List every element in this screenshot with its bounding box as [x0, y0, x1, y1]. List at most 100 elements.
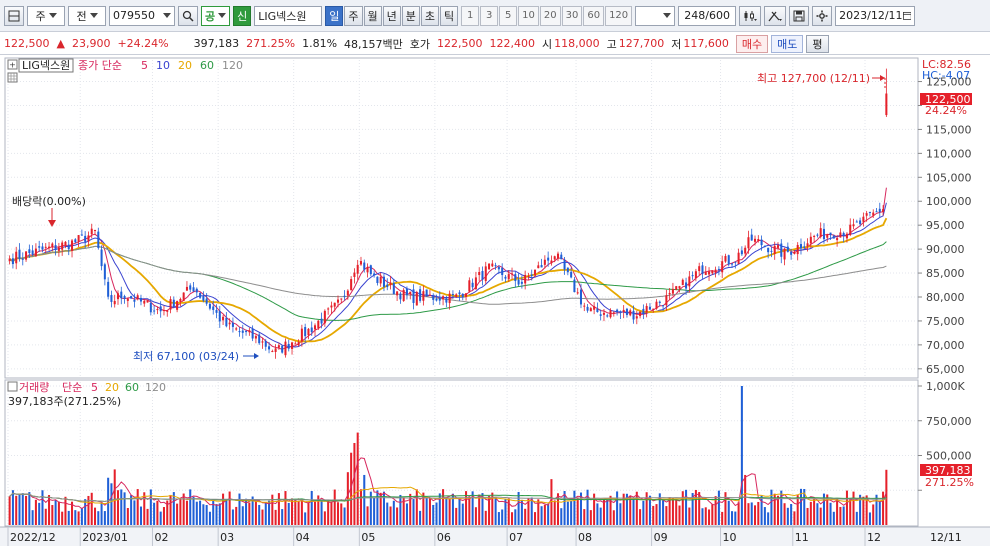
candle-body [556, 253, 560, 259]
buy-button[interactable]: 매수 [735, 34, 769, 53]
candle-body [547, 257, 550, 261]
tab-tick[interactable]: 틱 [440, 5, 459, 26]
volume-bar [405, 503, 408, 525]
candle-body [133, 299, 136, 302]
period-120[interactable]: 120 [605, 5, 633, 26]
candle-body [258, 334, 261, 344]
price-tick-label: 65,000 [926, 363, 965, 376]
candle-body [478, 271, 481, 276]
candle-body [606, 315, 609, 317]
volume-bar [28, 492, 31, 525]
count-input[interactable]: 248/600 [678, 5, 737, 26]
volume-bar [586, 489, 589, 525]
volume-bar [340, 503, 343, 525]
volume-bar [264, 503, 267, 525]
candle-body [409, 291, 412, 294]
candle-body [721, 261, 724, 273]
candle-body [711, 270, 714, 274]
candle-body [734, 261, 737, 263]
candle-body [609, 310, 612, 318]
candle-body [254, 336, 257, 339]
candle-body [445, 298, 448, 303]
candle-body [471, 282, 474, 288]
tab-year[interactable]: 년 [382, 5, 401, 26]
chart-area[interactable]: + LIG넥스원 종가 단순 5 10 20 60 120 거래량 단순 5 2… [0, 56, 990, 546]
period-10[interactable]: 10 [518, 5, 539, 26]
period-3[interactable]: 3 [480, 5, 499, 26]
candle-body [717, 268, 720, 270]
tab-month[interactable]: 월 [363, 5, 382, 26]
candle-body [51, 243, 54, 248]
period-custom-select[interactable] [635, 5, 676, 26]
candle-body [780, 243, 783, 257]
candle-body [77, 235, 80, 242]
period-1-label: 1 [466, 10, 474, 21]
x-axis-label-last: 12/11 [930, 531, 962, 544]
tab-week[interactable]: 주 [344, 5, 363, 26]
save-button[interactable] [789, 5, 810, 26]
sin-badge[interactable]: 신 [233, 5, 252, 26]
count-total: /600 [705, 9, 730, 22]
volume-bar [353, 442, 356, 525]
type-select[interactable]: 전 [68, 5, 106, 26]
candle-body [793, 251, 796, 254]
settings-button[interactable] [812, 5, 833, 26]
date-input[interactable]: 2023/12/11 [835, 5, 916, 26]
volume-bar [750, 502, 753, 525]
period-5[interactable]: 5 [499, 5, 518, 26]
period-1[interactable]: 1 [461, 5, 480, 26]
volume-bar [195, 501, 198, 525]
candle-body [366, 267, 369, 273]
volume-legend-box-icon[interactable] [7, 381, 18, 392]
grid-toggle-icon[interactable] [7, 72, 18, 83]
candle-body [760, 239, 763, 246]
volume-bar [839, 506, 842, 525]
x-axis-label: 04 [296, 531, 310, 544]
sell-button[interactable]: 매도 [771, 34, 804, 53]
stock-chart-svg[interactable]: + LIG넥스원 종가 단순 5 10 20 60 120 거래량 단순 5 2… [0, 56, 990, 546]
eval-button[interactable]: 평 [806, 34, 829, 53]
period-20[interactable]: 20 [539, 5, 561, 26]
volume-bar [793, 511, 796, 525]
gong-button[interactable]: 공 [201, 5, 231, 26]
period-30[interactable]: 30 [561, 5, 583, 26]
volume-bar [153, 502, 156, 525]
candle-body [310, 327, 313, 333]
volume-bar [38, 502, 41, 525]
volume-bar [25, 495, 28, 525]
high-price: 127,700 [618, 37, 665, 50]
candle-body [156, 309, 159, 311]
tools-button[interactable] [764, 5, 787, 26]
quote-bar: 122,500 ▲ 23,900 +24.24% 397,183 271.25%… [0, 33, 990, 55]
tab-day[interactable]: 일 [325, 5, 344, 26]
volume-bar [566, 501, 569, 525]
layout-icon[interactable] [4, 5, 24, 26]
gong-label: 공 [205, 9, 216, 23]
current-volume-tag: 397,183 271.25% [920, 464, 974, 489]
tab-second[interactable]: 초 [420, 5, 439, 26]
market-select[interactable]: 주 [27, 5, 65, 26]
volume-bar [501, 509, 504, 525]
search-button[interactable] [178, 5, 198, 26]
volume-bar [34, 499, 37, 525]
candle-body [576, 292, 579, 294]
period-60[interactable]: 60 [583, 5, 605, 26]
volume-bar [192, 496, 195, 525]
candle-body [589, 308, 592, 312]
candle-body [228, 322, 231, 325]
tab-minute[interactable]: 분 [401, 5, 420, 26]
candle-body [885, 93, 888, 116]
volume-bar [744, 474, 747, 525]
candle-body [770, 250, 773, 252]
stock-code-input[interactable]: 079550 [109, 5, 175, 26]
candle-body [241, 330, 244, 333]
candle-body [248, 330, 251, 333]
candle-body [757, 239, 760, 241]
candle-body [116, 293, 120, 300]
chart-tool-button[interactable] [739, 5, 762, 26]
candle-body [671, 288, 674, 294]
candle-body [868, 211, 871, 214]
candle-body [570, 271, 573, 278]
candle-body [212, 306, 215, 311]
expand-icon: + [9, 61, 16, 70]
